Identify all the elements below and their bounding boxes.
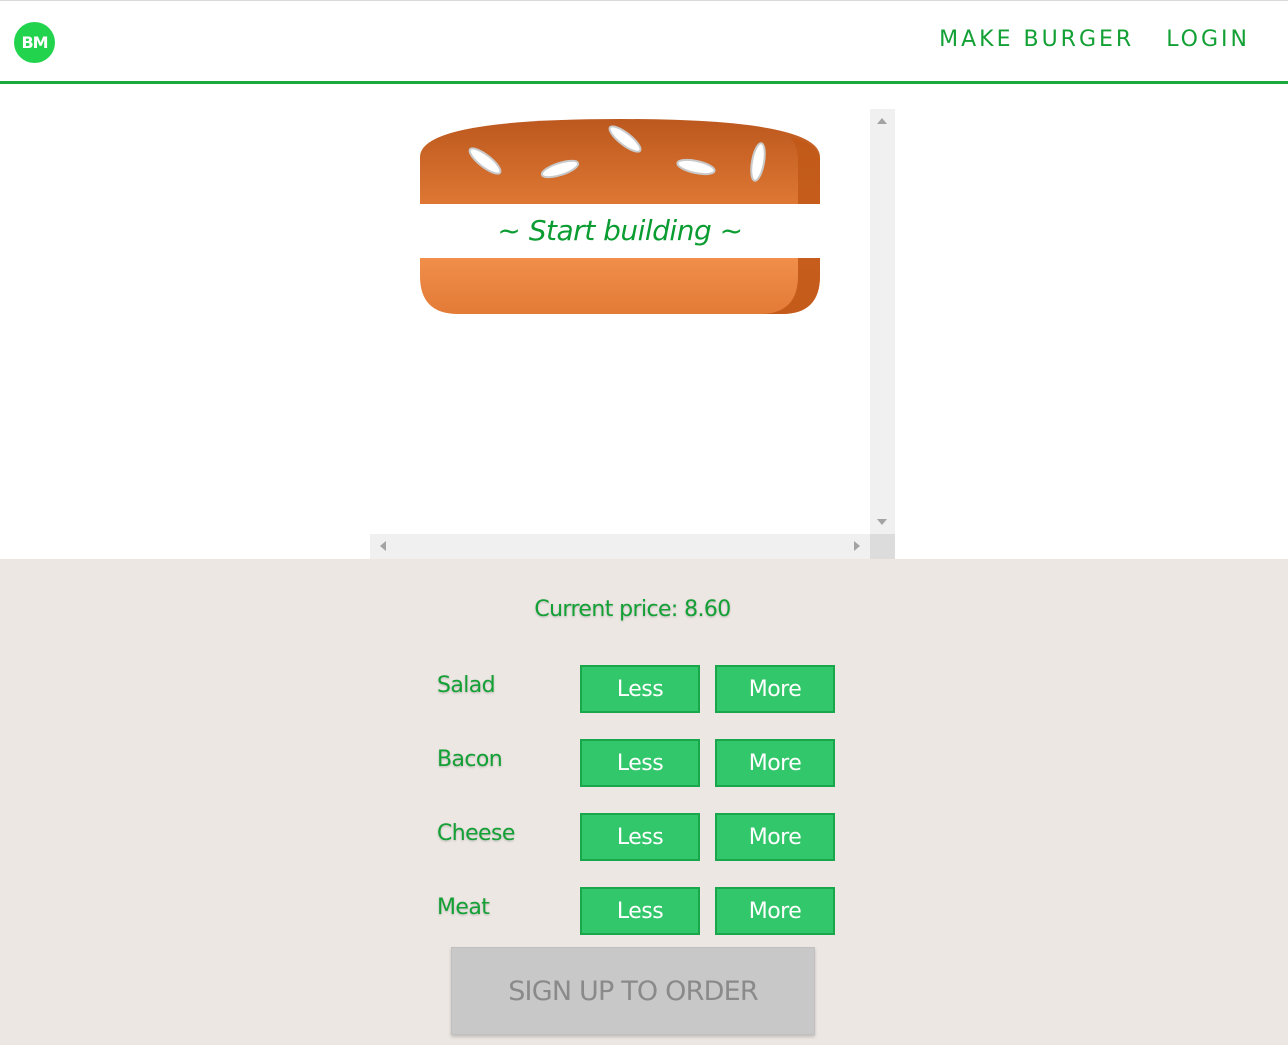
sign-up-to-order-button[interactable]: SIGN UP TO ORDER — [451, 947, 815, 1035]
salad-less-button[interactable]: Less — [580, 665, 700, 713]
scroll-left-arrow-icon[interactable] — [380, 541, 386, 551]
cheese-less-button[interactable]: Less — [580, 813, 700, 861]
build-control-bacon: Bacon Less More — [437, 739, 837, 787]
nav-item-make-burger[interactable]: MAKE BURGER — [939, 25, 1134, 55]
ingredient-label: Cheese — [437, 821, 515, 846]
logo-text: BM — [21, 33, 48, 52]
build-controls: Current price: 8.60 Salad Less More Baco… — [0, 559, 1288, 1045]
navigation: MAKE BURGER LOGIN — [939, 25, 1250, 55]
vertical-scrollbar[interactable] — [870, 109, 895, 534]
ingredient-label: Bacon — [437, 747, 503, 772]
build-control-meat: Meat Less More — [437, 887, 837, 935]
salad-more-button[interactable]: More — [715, 665, 835, 713]
build-control-salad: Salad Less More — [437, 665, 837, 713]
start-building-prompt: ~ Start building ~ — [420, 204, 820, 258]
burger-logo[interactable]: BM — [14, 22, 55, 63]
burger-preview: ~ Start building ~ — [370, 109, 895, 559]
meat-less-button[interactable]: Less — [580, 887, 700, 935]
cheese-more-button[interactable]: More — [715, 813, 835, 861]
horizontal-scrollbar[interactable] — [370, 534, 870, 559]
ingredient-label: Salad — [437, 673, 496, 698]
ingredient-label: Meat — [437, 895, 490, 920]
bacon-less-button[interactable]: Less — [580, 739, 700, 787]
scroll-up-arrow-icon[interactable] — [877, 118, 887, 124]
nav-item-login[interactable]: LOGIN — [1166, 25, 1250, 55]
bacon-more-button[interactable]: More — [715, 739, 835, 787]
bread-top-image — [420, 119, 820, 214]
scroll-down-arrow-icon[interactable] — [877, 519, 887, 525]
scrollbar-corner — [870, 534, 895, 559]
toolbar: BM MAKE BURGER LOGIN — [0, 0, 1288, 84]
current-price: Current price: 8.60 — [534, 597, 731, 622]
meat-more-button[interactable]: More — [715, 887, 835, 935]
scroll-right-arrow-icon[interactable] — [854, 541, 860, 551]
build-control-cheese: Cheese Less More — [437, 813, 837, 861]
bread-bottom-image — [420, 258, 820, 314]
